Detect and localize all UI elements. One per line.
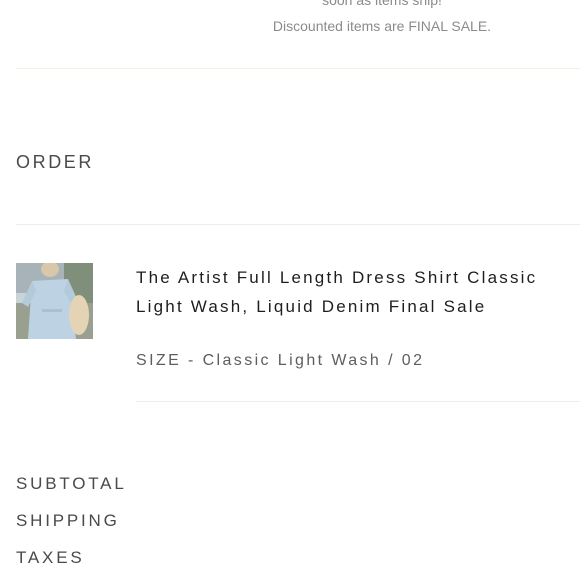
item-divider [136,401,580,402]
subtotal-label: SUBTOTAL [16,474,127,493]
product-photo [16,263,93,339]
shipping-label: SHIPPING [16,511,120,530]
notice-line-2: Discounted items are FINAL SALE. [272,18,492,34]
item-size: SIZE - Classic Light Wash / 02 [136,352,425,369]
order-divider [16,224,580,225]
notice-line-1: soon as items ship! [322,0,442,8]
product-thumbnail[interactable] [16,263,93,339]
shipping-notice: soon as items ship! Discounted items are… [262,0,502,39]
order-heading: ORDER [16,152,95,172]
taxes-label: TAXES [16,548,85,567]
item-title[interactable]: The Artist Full Length Dress Shirt Class… [136,263,576,321]
section-divider [16,68,580,69]
